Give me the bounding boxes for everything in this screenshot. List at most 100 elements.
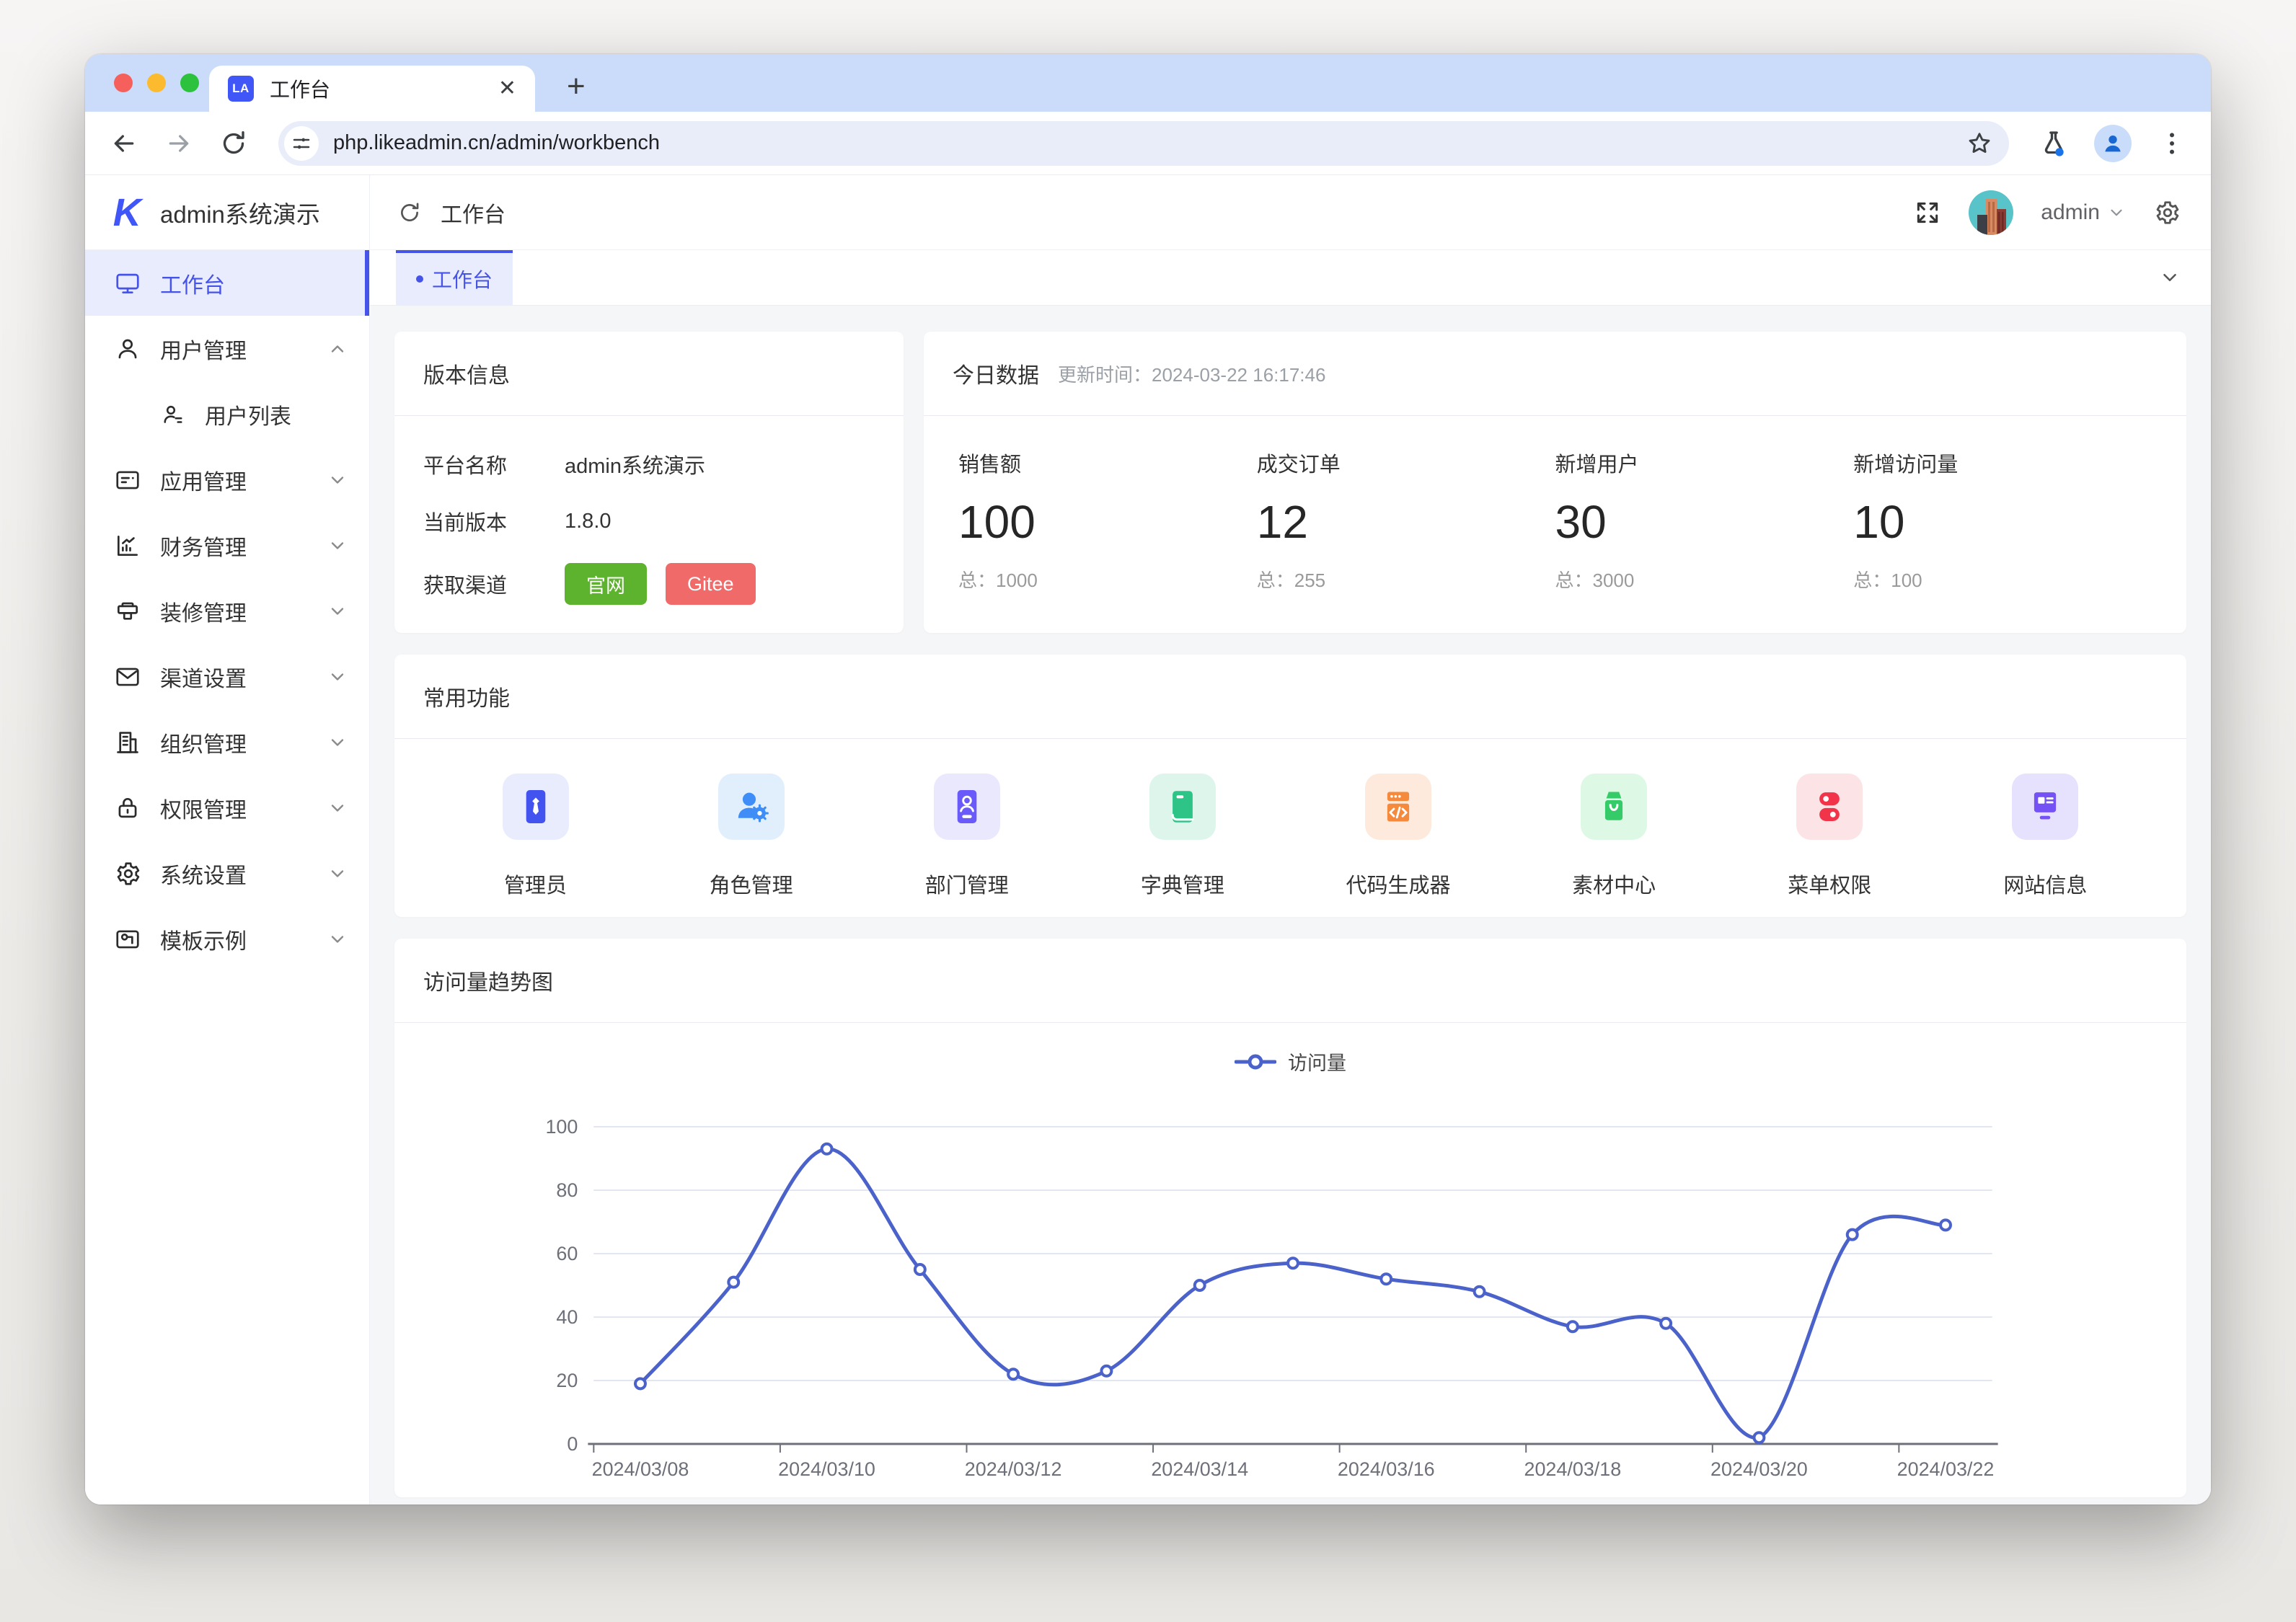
dictionary-book-icon <box>1162 786 1204 828</box>
browser-profile-avatar[interactable] <box>2094 125 2132 162</box>
function-tile <box>1581 774 1647 840</box>
channel-button-0[interactable]: 官网 <box>565 563 647 605</box>
svg-text:2024/03/22: 2024/03/22 <box>1897 1458 1995 1480</box>
function-item-7[interactable]: 网站信息 <box>1938 774 2153 899</box>
svg-text:2024/03/18: 2024/03/18 <box>1524 1458 1621 1480</box>
sidebar-item-4[interactable]: 装修管理 <box>85 578 369 644</box>
function-label: 网站信息 <box>2003 869 2087 899</box>
header-right: admin <box>1914 175 2211 249</box>
sidebar-item-5[interactable]: 渠道设置 <box>85 644 369 709</box>
stat-2: 新增用户30总：3000 <box>1555 448 1854 593</box>
function-item-2[interactable]: 部门管理 <box>859 774 1074 899</box>
zoom-window-button[interactable] <box>180 74 199 92</box>
material-bag-icon <box>1593 786 1635 828</box>
chevron-down-icon <box>327 798 348 818</box>
functions-card-title: 常用功能 <box>394 655 2186 739</box>
sidebar-item-7[interactable]: 权限管理 <box>85 775 369 841</box>
bookmark-star-icon[interactable] <box>1966 130 1993 157</box>
function-label: 部门管理 <box>925 869 1009 899</box>
monitor-icon <box>114 270 141 297</box>
tab-title: 工作台 <box>270 74 498 103</box>
tabbar-chevron-down-icon[interactable] <box>2159 267 2181 288</box>
svg-text:2024/03/12: 2024/03/12 <box>965 1458 1062 1480</box>
chevron-down-icon <box>2107 203 2126 222</box>
sidebar-item-3[interactable]: 财务管理 <box>85 513 369 578</box>
forward-icon[interactable] <box>164 129 193 158</box>
function-label: 菜单权限 <box>1788 869 1871 899</box>
common-functions-card: 常用功能 管理员 角色管理部门管理 字典管理代码生成器 素材中心 菜单权限 网站信息 <box>394 655 2186 917</box>
function-label: 代码生成器 <box>1346 869 1451 899</box>
function-label: 管理员 <box>504 869 567 899</box>
header-nav: 工作台 <box>370 175 1914 249</box>
legend-line-marker-icon <box>1235 1054 1276 1070</box>
gear-icon <box>114 860 141 887</box>
function-label: 素材中心 <box>1572 869 1656 899</box>
user-menu[interactable]: admin <box>2041 200 2126 225</box>
website-monitor-icon <box>2024 786 2066 828</box>
browser-menu-kebab-icon[interactable] <box>2158 129 2186 158</box>
function-item-0[interactable]: 管理员 <box>428 774 643 899</box>
settings-gear-icon[interactable] <box>2153 199 2181 226</box>
traffic-lights <box>114 74 199 92</box>
chevron-down-icon <box>327 732 348 753</box>
chevron-down-icon <box>327 536 348 556</box>
url-text[interactable]: php.likeadmin.cn/admin/workbench <box>333 131 1966 155</box>
new-tab-button[interactable]: + <box>567 68 586 105</box>
tab-active-dot <box>416 275 423 283</box>
close-window-button[interactable] <box>114 74 133 92</box>
svg-text:2024/03/08: 2024/03/08 <box>592 1458 689 1480</box>
chevron-down-icon <box>327 864 348 884</box>
sidebar-subitem-1-0[interactable]: 用户列表 <box>85 381 369 447</box>
experiments-flask-icon[interactable] <box>2039 129 2068 158</box>
page-tab-workbench[interactable]: 工作台 <box>396 250 513 305</box>
function-tile <box>1796 774 1863 840</box>
function-tile <box>718 774 785 840</box>
legend-label: 访问量 <box>1288 1047 1346 1076</box>
sidebar-item-1[interactable]: 用户管理 <box>85 316 369 381</box>
app-body: 工作台用户管理用户列表应用管理财务管理装修管理渠道设置组织管理权限管理系统设置模… <box>85 250 2211 1504</box>
chart-legend[interactable]: 访问量 <box>394 1047 2186 1076</box>
sidebar-item-8[interactable]: 系统设置 <box>85 841 369 906</box>
browser-tab[interactable]: LA 工作台 ✕ <box>209 66 535 112</box>
minimize-window-button[interactable] <box>147 74 166 92</box>
browser-tabstrip: LA 工作台 ✕ + <box>85 54 2211 112</box>
sidebar-item-9[interactable]: 模板示例 <box>85 906 369 972</box>
today-card-title: 今日数据 <box>953 358 1039 389</box>
reload-icon[interactable] <box>219 129 248 158</box>
visits-line-chart: 0204060801002024/03/082024/03/102024/03/… <box>394 1080 2186 1484</box>
app-icon <box>114 466 141 494</box>
function-tile <box>2012 774 2078 840</box>
user-avatar[interactable] <box>1969 190 2013 235</box>
brand[interactable]: K admin系统演示 <box>85 175 370 249</box>
function-item-4[interactable]: 代码生成器 <box>1291 774 1506 899</box>
svg-text:100: 100 <box>545 1116 578 1138</box>
svg-text:60: 60 <box>556 1243 578 1264</box>
favicon: LA <box>228 76 254 102</box>
back-icon[interactable] <box>110 129 138 158</box>
function-item-5[interactable]: 素材中心 <box>1506 774 1722 899</box>
tab-close-icon[interactable]: ✕ <box>498 78 516 99</box>
function-item-3[interactable]: 字典管理 <box>1074 774 1290 899</box>
function-tile <box>934 774 1000 840</box>
version-channel-row: 获取渠道官网Gitee <box>423 563 875 605</box>
function-item-1[interactable]: 角色管理 <box>643 774 859 899</box>
code-generator-icon <box>1377 786 1419 828</box>
sidebar-item-6[interactable]: 组织管理 <box>85 709 369 775</box>
function-item-6[interactable]: 菜单权限 <box>1722 774 1938 899</box>
chart-card-title: 访问量趋势图 <box>394 939 2186 1023</box>
sidebar-item-2[interactable]: 应用管理 <box>85 447 369 513</box>
function-tile <box>1365 774 1431 840</box>
refresh-icon[interactable] <box>397 200 422 225</box>
admin-app: K admin系统演示 工作台 admin 工作台用户管 <box>85 175 2211 1504</box>
fullscreen-icon[interactable] <box>1914 199 1941 226</box>
address-bar[interactable]: php.likeadmin.cn/admin/workbench <box>278 121 2009 166</box>
channel-button-1[interactable]: Gitee <box>666 563 756 605</box>
visits-trend-card: 访问量趋势图 访问量 0204060801002024/03/082024/03… <box>394 939 2186 1497</box>
version-row-0: 平台名称admin系统演示 <box>423 449 875 479</box>
sidebar: 工作台用户管理用户列表应用管理财务管理装修管理渠道设置组织管理权限管理系统设置模… <box>85 250 370 1504</box>
channel-icon <box>114 663 141 691</box>
site-info-icon[interactable] <box>284 126 319 161</box>
sidebar-item-0[interactable]: 工作台 <box>85 250 369 316</box>
chevron-up-icon <box>327 339 348 359</box>
app-title: admin系统演示 <box>160 195 320 230</box>
